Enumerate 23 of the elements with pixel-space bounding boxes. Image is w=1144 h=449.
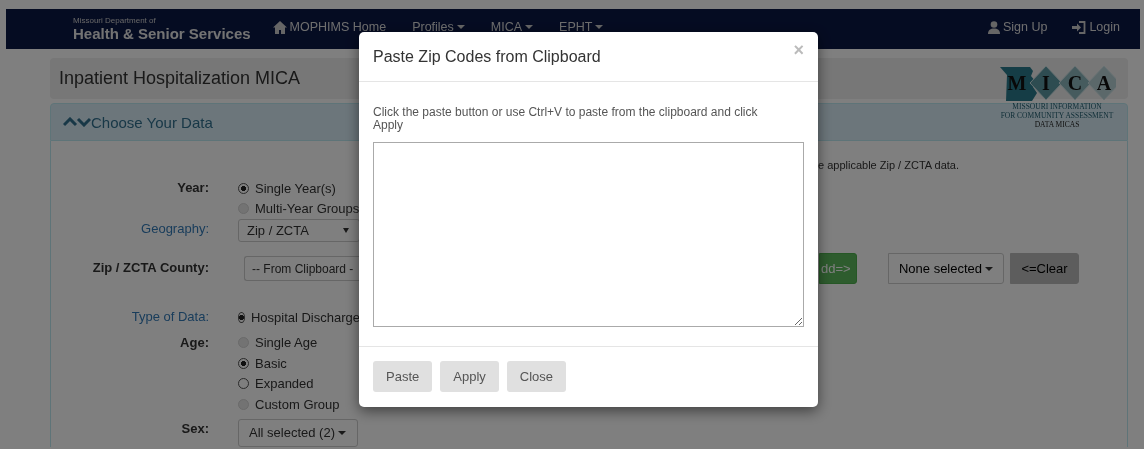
- radio-label: Single Age: [255, 335, 318, 351]
- field-label: Year:: [176, 179, 209, 197]
- radio-label: Expanded: [255, 376, 314, 392]
- help-text: e applicable Zip / ZCTA data.: [818, 158, 961, 173]
- field-label: Sex:: [180, 419, 209, 438]
- brand-title: Health & Senior Services: [73, 26, 251, 41]
- logo-letter: I: [1042, 72, 1050, 94]
- logo-letter: A: [1096, 72, 1112, 94]
- radio-label: Hospital Discharge: [250, 309, 360, 325]
- radio-label: Custom Group: [255, 396, 340, 412]
- dialog-title: Paste Zip Codes from Clipboard: [373, 47, 601, 66]
- radio-label: Single Year(s): [255, 180, 336, 196]
- field-label: Geography:: [140, 220, 209, 238]
- section-title: Choose Your Data: [91, 113, 213, 131]
- radio-label: Multi-Year Groups: [255, 201, 360, 217]
- logo-letter: M: [1007, 72, 1027, 94]
- radio-label: Basic: [255, 355, 287, 371]
- brand-subtitle: Missouri Department of: [73, 17, 157, 25]
- instruction-text: Click the paste button or use Ctrl+V to paste from the clipboard and click Apply: [373, 106, 759, 132]
- logo-letter: C: [1067, 72, 1083, 94]
- field-label: Type of Data:: [130, 308, 209, 326]
- field-label: Zip / ZCTA County:: [91, 259, 209, 278]
- field-label: Age:: [179, 333, 209, 352]
